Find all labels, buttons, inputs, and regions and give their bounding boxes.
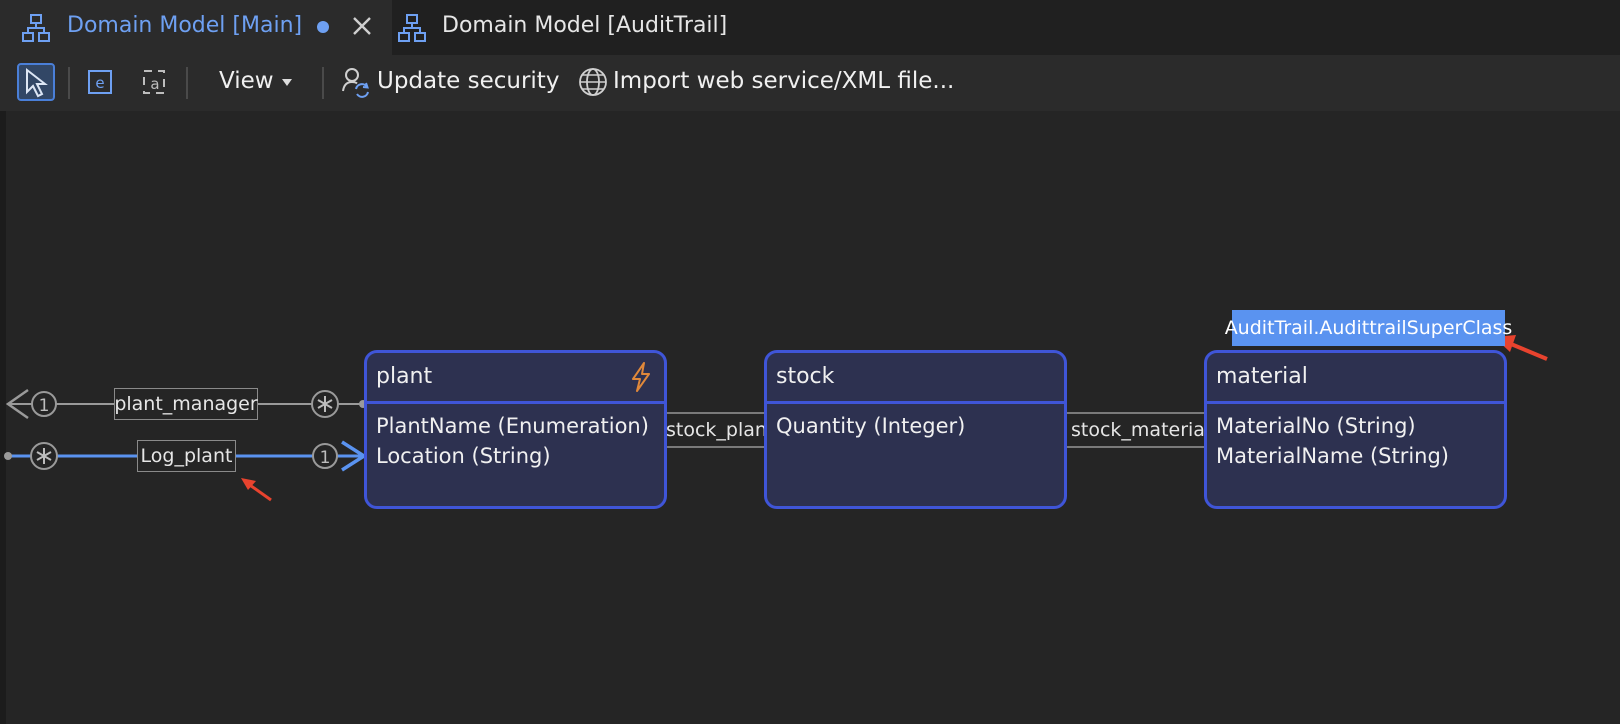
select-tool-button[interactable] (17, 63, 55, 101)
chevron-down-icon (282, 79, 292, 86)
import-web-service-button[interactable]: Import web service/XML file... (613, 68, 954, 94)
attribute-item[interactable]: MaterialName (String) (1216, 441, 1449, 471)
entity-name: material (1216, 364, 1308, 389)
generalization-label[interactable]: AuditTrail.AudittrailSuperClass (1225, 310, 1512, 346)
association-label-stock-plant[interactable]: stock_plant (666, 417, 775, 443)
view-menu-button[interactable]: View (219, 68, 274, 94)
entity-header: plant (367, 353, 664, 404)
annotation-arrow (241, 478, 272, 502)
entity-plant[interactable]: plant PlantName (Enumeration) Location (… (364, 350, 667, 509)
multiplicity-one-icon: 1 (312, 443, 338, 469)
svg-text:1: 1 (320, 448, 331, 468)
tab-label: Domain Model [AuditTrail] (442, 13, 728, 38)
svg-text:e: e (95, 74, 104, 92)
domain-model-icon (22, 14, 50, 42)
unsaved-indicator (317, 21, 329, 33)
lightning-icon[interactable] (628, 361, 654, 393)
attribute-list: PlantName (Enumeration) Location (String… (376, 411, 649, 471)
attribute-item[interactable]: MaterialNo (String) (1216, 411, 1449, 441)
toolbar: e a View Update security Import web serv… (0, 55, 1620, 111)
svg-text:1: 1 (39, 396, 50, 416)
tab-domain-model-audittrail[interactable]: Domain Model [AuditTrail] (392, 0, 762, 55)
update-security-icon[interactable] (340, 65, 372, 99)
svg-text:a: a (150, 75, 159, 93)
update-security-button[interactable]: Update security (377, 68, 559, 94)
domain-model-canvas[interactable]: 1 1 plant_manager Log_plant stock_plant … (0, 111, 1620, 724)
entity-name: plant (376, 364, 433, 389)
attribute-list: Quantity (Integer) (776, 411, 965, 441)
tab-bar: Domain Model [Main] Domain Model [AuditT… (0, 0, 1620, 55)
entity-name: stock (776, 364, 835, 389)
attribute-item[interactable]: Quantity (Integer) (776, 411, 965, 441)
multiplicity-many-icon (311, 390, 339, 418)
close-icon[interactable] (348, 12, 376, 40)
domain-model-icon (398, 14, 426, 42)
pointer-icon (26, 67, 48, 98)
toolbar-separator (186, 67, 188, 99)
toolbar-separator (322, 67, 324, 99)
tab-domain-model-main[interactable]: Domain Model [Main] (0, 0, 392, 55)
multiplicity-one-icon: 1 (31, 391, 57, 417)
toolbar-separator (68, 67, 70, 99)
add-annotation-icon[interactable]: a (140, 65, 170, 99)
entity-material[interactable]: material MaterialNo (String) MaterialNam… (1204, 350, 1507, 509)
multiplicity-many-icon (30, 442, 58, 470)
entity-header: stock (767, 353, 1064, 404)
globe-icon[interactable] (578, 65, 610, 99)
association-label-plant-manager[interactable]: plant_manager (114, 388, 258, 420)
entity-stock[interactable]: stock Quantity (Integer) (764, 350, 1067, 509)
entity-header: material (1207, 353, 1504, 404)
tab-label: Domain Model [Main] (67, 13, 303, 38)
attribute-item[interactable]: PlantName (Enumeration) (376, 411, 649, 441)
add-entity-icon[interactable]: e (86, 65, 116, 99)
association-label-stock-material[interactable]: stock_material (1071, 417, 1211, 443)
association-label-log-plant[interactable]: Log_plant (137, 440, 236, 472)
attribute-list: MaterialNo (String) MaterialName (String… (1216, 411, 1449, 471)
attribute-item[interactable]: Location (String) (376, 441, 649, 471)
